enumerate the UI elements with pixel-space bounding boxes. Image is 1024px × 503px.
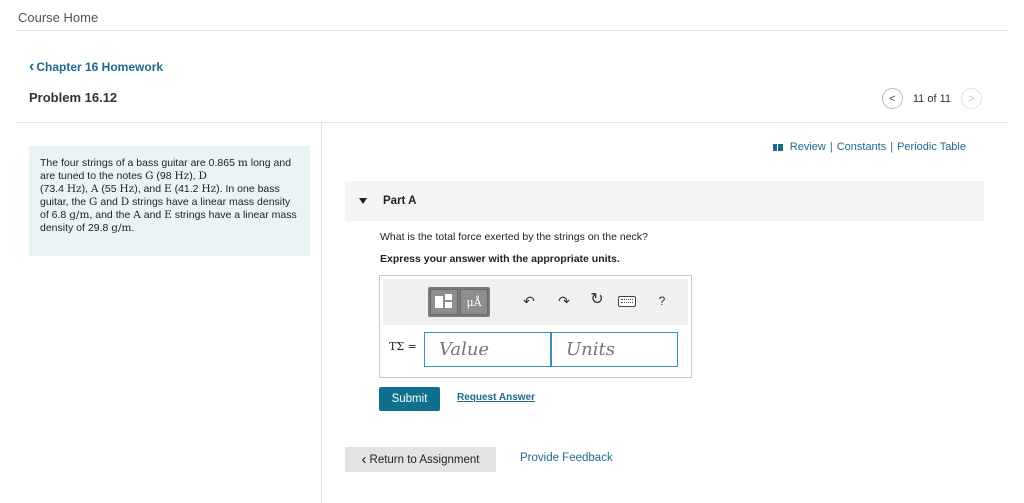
submit-button[interactable]: Submit (379, 387, 440, 411)
undo-icon[interactable]: ↶ (520, 293, 538, 309)
chevron-left-icon: < (889, 92, 896, 105)
templates-button[interactable] (430, 289, 458, 315)
return-to-assignment-button[interactable]: ‹ Return to Assignment (345, 447, 496, 472)
review-link[interactable]: Review (790, 141, 826, 153)
constants-link[interactable]: Constants (837, 141, 887, 153)
periodic-table-link[interactable]: Periodic Table (897, 141, 966, 153)
header-divider (17, 122, 1007, 123)
problem-pager: < 11 of 11 > (881, 88, 982, 109)
math-toolbar: μÅ ↶ ↷ ↻ ? (383, 279, 688, 325)
part-a-header[interactable]: Part A (345, 181, 984, 221)
chevron-right-icon: > (968, 92, 975, 105)
chevron-left-icon: ‹ (29, 58, 35, 75)
answer-instructions: Express your answer with the appropriate… (380, 253, 620, 265)
redo-icon[interactable]: ↷ (555, 293, 573, 309)
pager-count: 11 of 11 (912, 92, 951, 105)
return-label: Return to Assignment (369, 453, 480, 466)
course-home-link[interactable]: Course Home (18, 10, 98, 25)
top-divider (17, 30, 1007, 31)
chapter-link[interactable]: ‹ Chapter 16 Homework (29, 58, 164, 75)
next-problem-button[interactable]: > (961, 88, 982, 109)
resources-links: Review | Constants | Periodic Table (772, 141, 966, 153)
value-input[interactable] (424, 332, 551, 367)
collapse-triangle-icon (359, 198, 367, 204)
part-label: Part A (383, 195, 417, 207)
separator: | (829, 141, 833, 153)
question-text: What is the total force exerted by the s… (380, 231, 648, 243)
chapter-link-label: Chapter 16 Homework (36, 60, 164, 74)
reset-icon[interactable]: ↻ (588, 292, 606, 308)
provide-feedback-link[interactable]: Provide Feedback (520, 452, 613, 464)
column-divider (321, 122, 322, 503)
templates-icon (435, 294, 453, 310)
units-symbols-button[interactable]: μÅ (460, 289, 488, 315)
template-button-group: μÅ (428, 287, 490, 317)
separator: | (890, 141, 894, 153)
book-icon (772, 143, 783, 151)
chevron-left-icon: ‹ (361, 450, 367, 468)
units-input[interactable] (551, 332, 678, 367)
mu-angstrom-icon: μÅ (466, 295, 482, 309)
problem-statement: The four strings of a bass guitar are 0.… (29, 146, 310, 256)
prev-problem-button[interactable]: < (881, 88, 903, 109)
keyboard-icon[interactable] (618, 296, 636, 307)
request-answer-link[interactable]: Request Answer (457, 392, 535, 403)
variable-label: TΣ = (389, 340, 417, 353)
answer-box: μÅ ↶ ↷ ↻ ? TΣ = (379, 275, 692, 378)
help-icon[interactable]: ? (653, 293, 671, 309)
problem-title: Problem 16.12 (29, 90, 118, 105)
